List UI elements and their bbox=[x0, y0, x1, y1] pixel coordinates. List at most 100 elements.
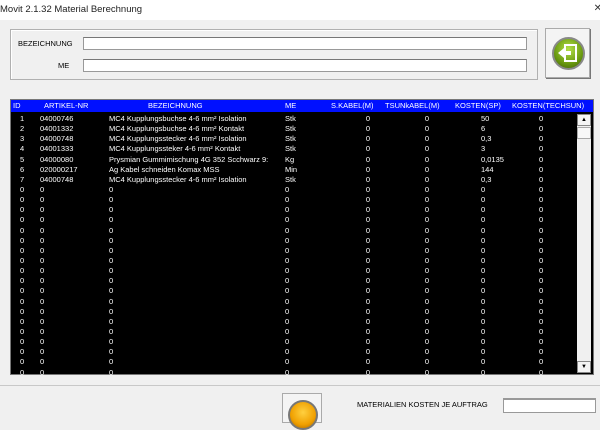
cell-artikel-nr: 0 bbox=[40, 306, 45, 316]
cell-me: 0 bbox=[285, 255, 290, 265]
column-header-tsunkabel[interactable]: TSUNkABEL(M) bbox=[385, 101, 440, 110]
cell-id: 4 bbox=[20, 144, 25, 154]
cell-kosten-sp: 6 bbox=[481, 124, 486, 134]
column-header-s-kabel[interactable]: S.KABEL(M) bbox=[331, 101, 374, 110]
bezeichnung-input[interactable] bbox=[83, 37, 527, 50]
table-row[interactable]: 0 0 0 0 0 0 0 0 bbox=[11, 246, 576, 256]
table-row[interactable]: 7 04000748 MC4 Kupplungsstecker 4-6 mm² Is… bbox=[11, 175, 576, 185]
cell-kosten-sp: 144 bbox=[481, 164, 494, 174]
me-input[interactable] bbox=[83, 59, 527, 72]
cell-id: 0 bbox=[20, 367, 25, 377]
table-row[interactable]: 0 0 0 0 0 0 0 0 bbox=[11, 195, 576, 205]
cell-bezeichnung: MC4 Kupplungsstecker 4-6 mm² Isolation bbox=[109, 174, 247, 184]
divider bbox=[0, 385, 600, 386]
cell-tsunkabel: 0 bbox=[424, 347, 429, 357]
cell-bezeichnung: 0 bbox=[109, 255, 114, 265]
cell-kosten-techsun: 0 bbox=[539, 326, 544, 336]
table-row[interactable]: 5 04000080 Prysmian Gummimischung 4G 352 S… bbox=[11, 155, 576, 165]
cell-s-kabel: 0 bbox=[365, 245, 370, 255]
scroll-down-icon[interactable]: ▼ bbox=[577, 361, 591, 373]
cell-s-kabel: 0 bbox=[365, 367, 370, 377]
cell-me: 0 bbox=[285, 266, 290, 276]
me-label: ME bbox=[58, 61, 70, 70]
table-row[interactable]: 1 04000746 MC4 Kupplungsbuchse 4-6 mm² Iso… bbox=[11, 114, 576, 124]
cell-bezeichnung: 0 bbox=[109, 367, 114, 377]
cell-me: 0 bbox=[285, 357, 290, 367]
cell-artikel-nr: 04000748 bbox=[40, 174, 74, 184]
cell-tsunkabel: 0 bbox=[424, 164, 429, 174]
cell-kosten-techsun: 0 bbox=[539, 235, 544, 245]
column-header-id[interactable]: ID bbox=[13, 101, 21, 110]
table-row[interactable]: 0 0 0 0 0 0 0 0 bbox=[11, 368, 576, 378]
cell-id: 0 bbox=[20, 205, 25, 215]
table-row[interactable]: 2 04001332 MC4 Kupplungsbuchse 4-6 mm² Kon… bbox=[11, 124, 576, 134]
cell-s-kabel: 0 bbox=[365, 114, 370, 123]
refresh-button[interactable] bbox=[282, 393, 322, 430]
cell-s-kabel: 0 bbox=[365, 337, 370, 347]
table-row[interactable]: 0 0 0 0 0 0 0 0 bbox=[11, 276, 576, 286]
cell-kosten-techsun: 0 bbox=[539, 174, 544, 184]
cell-me: 0 bbox=[285, 337, 290, 347]
cell-bezeichnung: 0 bbox=[109, 245, 114, 255]
cell-artikel-nr: 0 bbox=[40, 337, 45, 347]
cell-me: 0 bbox=[285, 316, 290, 326]
cell-kosten-sp: 0,3 bbox=[481, 134, 492, 144]
table-row[interactable]: 4 04001333 MC4 Kupplungssteker 4-6 mm² Kon… bbox=[11, 144, 576, 154]
cell-s-kabel: 0 bbox=[365, 255, 370, 265]
scroll-thumb[interactable] bbox=[577, 127, 591, 139]
cell-artikel-nr: 0 bbox=[40, 215, 45, 225]
table-row[interactable]: 0 0 0 0 0 0 0 0 bbox=[11, 236, 576, 246]
scroll-up-icon[interactable]: ▲ bbox=[577, 114, 591, 126]
cell-me: 0 bbox=[285, 326, 290, 336]
cell-artikel-nr: 0 bbox=[40, 357, 45, 367]
table-row[interactable]: 0 0 0 0 0 0 0 0 bbox=[11, 357, 576, 367]
cell-artikel-nr: 0 bbox=[40, 367, 45, 377]
table-row[interactable]: 0 0 0 0 0 0 0 0 bbox=[11, 337, 576, 347]
cell-artikel-nr: 0 bbox=[40, 276, 45, 286]
table-row[interactable]: 0 0 0 0 0 0 0 0 bbox=[11, 215, 576, 225]
cell-id: 0 bbox=[20, 255, 25, 265]
table-row[interactable]: 0 0 0 0 0 0 0 0 bbox=[11, 286, 576, 296]
cell-id: 1 bbox=[20, 114, 25, 123]
vertical-scrollbar[interactable]: ▲ ▼ bbox=[577, 114, 591, 373]
table-row[interactable]: 0 0 0 0 0 0 0 0 bbox=[11, 297, 576, 307]
cell-kosten-techsun: 0 bbox=[539, 215, 544, 225]
column-header-kosten-sp[interactable]: KOSTEN(SP) bbox=[455, 101, 501, 110]
cell-tsunkabel: 0 bbox=[424, 255, 429, 265]
table-row[interactable]: 0 0 0 0 0 0 0 0 bbox=[11, 317, 576, 327]
cell-id: 0 bbox=[20, 225, 25, 235]
exit-button[interactable] bbox=[545, 28, 590, 78]
table-row[interactable]: 0 0 0 0 0 0 0 0 bbox=[11, 205, 576, 215]
cell-me: 0 bbox=[285, 367, 290, 377]
close-icon[interactable]: ✕ bbox=[594, 3, 600, 14]
column-header-me[interactable]: ME bbox=[285, 101, 296, 110]
table-row[interactable]: 0 0 0 0 0 0 0 0 bbox=[11, 307, 576, 317]
cell-kosten-techsun: 0 bbox=[539, 184, 544, 194]
column-header-artikel-nr[interactable]: ARTIKEL-NR bbox=[44, 101, 88, 110]
cell-id: 3 bbox=[20, 134, 25, 144]
cell-me: 0 bbox=[285, 225, 290, 235]
cell-tsunkabel: 0 bbox=[424, 266, 429, 276]
table-row[interactable]: 0 0 0 0 0 0 0 0 bbox=[11, 226, 576, 236]
cell-kosten-techsun: 0 bbox=[539, 337, 544, 347]
cell-s-kabel: 0 bbox=[365, 286, 370, 296]
column-header-kosten-techsun[interactable]: KOSTEN(TECHSUN) bbox=[512, 101, 584, 110]
table-row[interactable]: 0 0 0 0 0 0 0 0 bbox=[11, 266, 576, 276]
title-bar: Movit 2.1.32 Material Berechnung ✕ bbox=[0, 0, 600, 20]
table-row[interactable]: 0 0 0 0 0 0 0 0 bbox=[11, 256, 576, 266]
table-row[interactable]: 3 04000748 MC4 Kupplungsstecker 4-6 mm² Is… bbox=[11, 134, 576, 144]
cell-tsunkabel: 0 bbox=[424, 205, 429, 215]
column-header-bezeichnung[interactable]: BEZEICHNUNG bbox=[148, 101, 203, 110]
cell-tsunkabel: 0 bbox=[424, 124, 429, 134]
cell-me: Stk bbox=[285, 134, 296, 144]
cell-me: Min bbox=[285, 164, 298, 174]
cell-artikel-nr: 0 bbox=[40, 266, 45, 276]
table-row[interactable]: 0 0 0 0 0 0 0 0 bbox=[11, 185, 576, 195]
table-row[interactable]: 0 0 0 0 0 0 0 0 bbox=[11, 327, 576, 337]
cell-bezeichnung: 0 bbox=[109, 184, 114, 194]
cell-kosten-sp: 0 bbox=[481, 255, 486, 265]
table-row[interactable]: 0 0 0 0 0 0 0 0 bbox=[11, 347, 576, 357]
cell-kosten-techsun: 0 bbox=[539, 164, 544, 174]
cell-tsunkabel: 0 bbox=[424, 296, 429, 306]
table-row[interactable]: 6 020000217 Ag Kabel schneiden Komax MSS Mi… bbox=[11, 165, 576, 175]
